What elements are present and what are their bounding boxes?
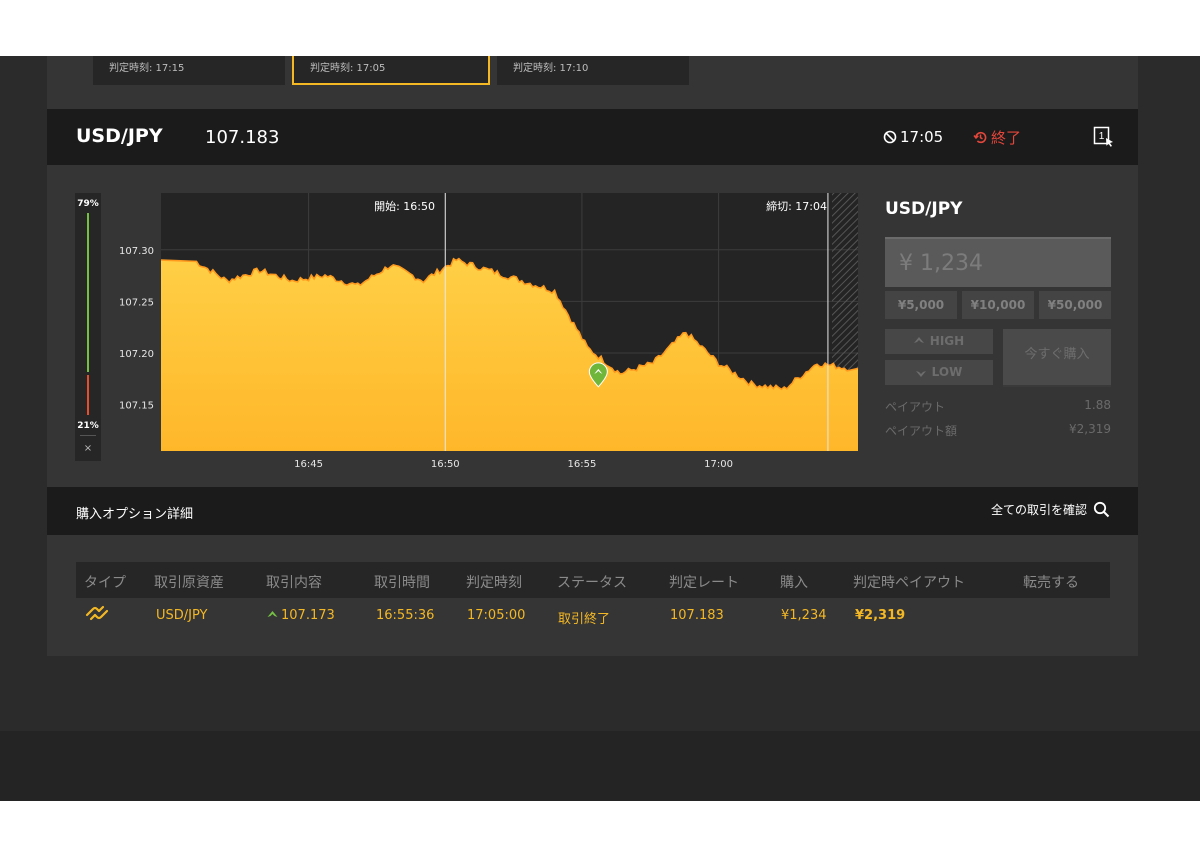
arrow-up-icon: [913, 337, 924, 343]
payout-amount-label: ペイアウト額: [885, 424, 958, 438]
col-judge-time: 判定時刻: [466, 575, 522, 591]
high-label: HIGH: [929, 334, 965, 348]
cell-payout: ¥2,319: [855, 608, 906, 623]
col-status: ステータス: [557, 575, 627, 591]
current-price: 107.183: [205, 127, 280, 148]
option-card[interactable]: 判定時刻: 17:15: [93, 56, 285, 85]
arrow-down-icon: [915, 371, 926, 377]
col-content: 取引内容: [266, 575, 322, 591]
card-label: 判定時刻: 17:05: [310, 63, 386, 74]
table-header: タイプ 取引原資産 取引内容 取引時間 判定時刻 ステータス 判定レート 購入 …: [76, 562, 1110, 598]
x-tick-label: 16:55: [568, 459, 597, 470]
trade-buttons: HIGH LOW 今すぐ購入: [885, 329, 1111, 387]
up-bar: [87, 213, 89, 372]
search-icon: [1093, 501, 1110, 518]
payout-amount-value: ¥2,319: [1069, 422, 1111, 436]
cell-asset: USD/JPY: [156, 608, 208, 623]
history-icon: [973, 131, 987, 144]
judge-time: 17:05: [883, 128, 943, 146]
amount-input[interactable]: ¥ 1,234: [885, 237, 1111, 287]
down-percent: 21%: [77, 421, 99, 431]
close-label: 締切: 17:04: [766, 199, 827, 213]
y-axis: 107.30 107.25 107.20 107.15: [119, 246, 154, 412]
y-tick-label: 107.25: [119, 297, 154, 308]
high-button[interactable]: HIGH: [885, 329, 993, 354]
low-label: LOW: [931, 365, 963, 379]
y-tick-label: 107.15: [119, 401, 154, 412]
up-percent: 79%: [77, 199, 99, 209]
status-ended-label: 終了: [991, 129, 1022, 147]
price-chart: 開始: 16:50 締切: 17:04 107.30107.25107.2010…: [119, 193, 859, 470]
option-card[interactable]: 判定時刻: 17:10: [497, 56, 689, 85]
quick-amount-button[interactable]: ¥50,000: [1039, 291, 1111, 319]
payout-row: ペイアウト 1.88: [885, 398, 1111, 415]
option-card-selected[interactable]: 判定時刻: 17:05: [292, 56, 490, 85]
detail-bar: 購入オプション詳細 全ての取引を確認: [47, 487, 1138, 535]
view-all-trades-link[interactable]: 全ての取引を確認: [991, 501, 1110, 518]
col-resell: 転売する: [1023, 575, 1079, 591]
quick-amounts: ¥5,000 ¥10,000 ¥50,000: [885, 291, 1111, 319]
window-cursor-icon: 1: [1093, 126, 1113, 147]
col-type: タイプ: [84, 575, 126, 591]
app-window: 判定時刻: 17:15 判定時刻: 17:05 判定時刻: 17:10 USD/…: [0, 56, 1200, 801]
low-button[interactable]: LOW: [885, 360, 993, 385]
start-label: 開始: 16:50: [374, 199, 435, 213]
status-ended: 終了: [973, 127, 1021, 148]
view-all-trades-label: 全ての取引を確認: [990, 503, 1087, 517]
cell-rate: 107.183: [670, 608, 724, 623]
payout-label: ペイアウト: [885, 400, 946, 414]
swap-icon: [84, 604, 110, 626]
cell-content: 107.173: [267, 608, 335, 623]
judge-time-value: 17:05: [900, 128, 944, 146]
footer-strip: [0, 731, 1200, 801]
card-label: 判定時刻: 17:15: [109, 63, 185, 74]
x-tick-label: 16:50: [431, 459, 460, 470]
x-tick-label: 17:00: [704, 459, 733, 470]
col-asset: 取引原資産: [154, 575, 224, 591]
col-rate: 判定レート: [669, 575, 739, 591]
right-scroll-area: [1155, 56, 1200, 731]
gauge-close-button[interactable]: ×: [75, 443, 101, 454]
asset-pair: USD/JPY: [76, 125, 163, 147]
cell-judge-time: 17:05:00: [467, 608, 526, 623]
sentiment-gauge: 79% 21% ×: [75, 193, 101, 461]
quick-amount-button[interactable]: ¥5,000: [885, 291, 957, 319]
x-axis: 16:45 16:50 16:55 17:00: [294, 459, 733, 470]
card-label: 判定時刻: 17:10: [513, 63, 589, 74]
down-bar: [87, 375, 89, 415]
cell-status: 取引終了: [558, 612, 611, 627]
y-tick-label: 107.30: [119, 246, 154, 257]
x-tick-label: 16:45: [294, 459, 323, 470]
purchase-asset-title: USD/JPY: [885, 199, 963, 219]
single-window-button[interactable]: 1: [1093, 126, 1115, 152]
arrow-up-icon: [267, 611, 278, 617]
no-entry-icon: [883, 130, 897, 144]
cell-content-value: 107.173: [281, 608, 335, 623]
purchase-panel: USD/JPY ¥ 1,234 ¥5,000 ¥10,000 ¥50,000 H…: [885, 193, 1111, 439]
chart-panel: 79% 21% × 開始: 16:50 締切: 17:04 107.30 107…: [47, 165, 1138, 487]
detail-title: 購入オプション詳細: [76, 507, 194, 522]
gauge-divider: [80, 435, 96, 436]
option-cards: 判定時刻: 17:15 判定時刻: 17:05 判定時刻: 17:10: [47, 56, 1138, 109]
table-row[interactable]: USD/JPY 107.173 16:55:36 17:05:00 取引終了 1…: [76, 598, 1110, 634]
cell-purchase: ¥1,234: [781, 608, 827, 623]
y-tick-label: 107.20: [119, 349, 154, 360]
svg-text:1: 1: [1099, 131, 1105, 142]
buy-now-button[interactable]: 今すぐ購入: [1003, 329, 1111, 387]
payout-value: 1.88: [1084, 398, 1111, 412]
asset-header: USD/JPY 107.183 17:05 終了 1: [47, 109, 1138, 165]
trade-table: タイプ 取引原資産 取引内容 取引時間 判定時刻 ステータス 判定レート 購入 …: [76, 562, 1110, 634]
col-time: 取引時間: [374, 575, 430, 591]
payout-amount-row: ペイアウト額 ¥2,319: [885, 422, 1111, 439]
col-payout: 判定時ペイアウト: [853, 575, 965, 591]
cell-time: 16:55:36: [376, 608, 435, 623]
col-purchase: 購入: [780, 575, 808, 591]
quick-amount-button[interactable]: ¥10,000: [962, 291, 1034, 319]
